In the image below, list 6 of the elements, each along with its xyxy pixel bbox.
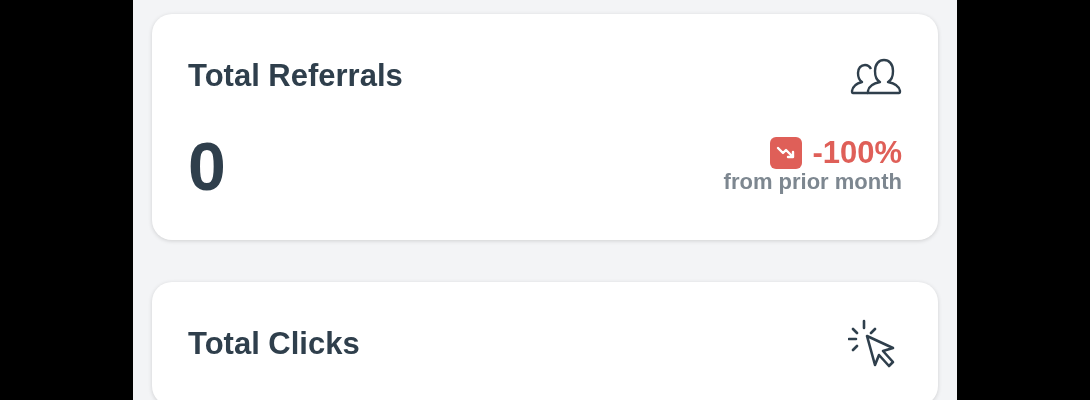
people-icon xyxy=(850,57,902,95)
card-title: Total Referrals xyxy=(188,58,403,94)
stat-value: 0 xyxy=(188,132,226,200)
change-caption: from prior month xyxy=(723,169,902,196)
card-title: Total Clicks xyxy=(188,326,360,362)
change-percent: -100% xyxy=(812,136,902,170)
